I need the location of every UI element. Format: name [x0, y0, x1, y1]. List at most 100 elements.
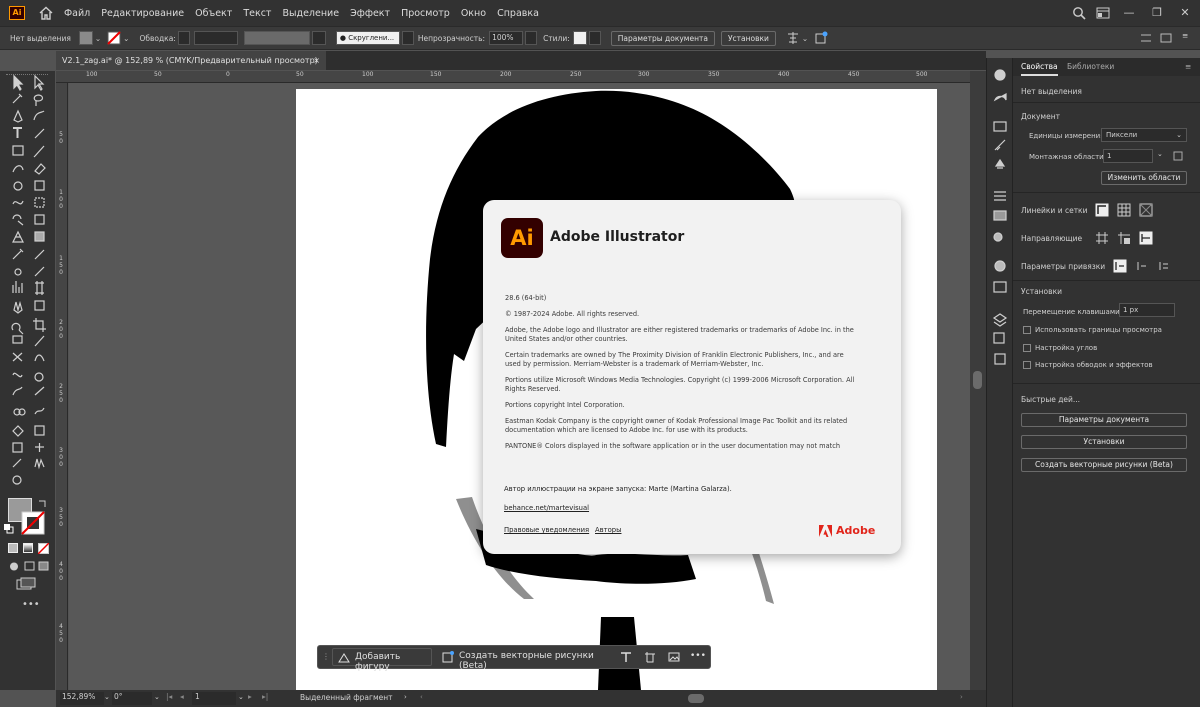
create-vector-button[interactable]: Создать векторные рисунки (Beta) [438, 648, 610, 671]
scale-strokes-checkbox[interactable] [1023, 361, 1031, 369]
rotation-chevron-icon[interactable]: ⌄ [154, 693, 160, 701]
variable-width-profile[interactable] [243, 31, 310, 45]
close-window-button[interactable]: ✕ [1176, 4, 1194, 21]
vertical-scrollbar-thumb[interactable] [973, 371, 982, 389]
authors-link[interactable]: Авторы [595, 526, 621, 534]
status-menu-icon[interactable]: › [404, 693, 407, 701]
maximize-button[interactable]: ❐ [1148, 4, 1166, 21]
graphic-style-swatch[interactable] [572, 31, 587, 45]
stroke-weight-input[interactable] [193, 31, 238, 45]
menu-help[interactable]: Справка [497, 8, 539, 19]
rotation-field[interactable]: 0° [112, 692, 152, 705]
last-artboard-icon[interactable]: ▸| [262, 692, 268, 701]
illustrator-app-icon[interactable]: Ai [9, 6, 25, 20]
opacity-input[interactable]: 100% [489, 31, 524, 45]
tab-libraries[interactable]: Библиотеки [1067, 58, 1114, 76]
zoom-field[interactable]: 152,89% [60, 692, 104, 705]
snap-to-pixel-icon[interactable] [1157, 259, 1171, 273]
transparency-grid-icon[interactable] [1139, 203, 1153, 217]
draw-normal-icon[interactable] [8, 561, 20, 572]
close-tab-icon[interactable]: × [313, 51, 320, 70]
qa-document-setup-button[interactable]: Параметры документа [1021, 413, 1187, 427]
align-icon[interactable] [786, 31, 800, 45]
menu-window[interactable]: Окно [461, 8, 486, 19]
more-options-icon[interactable]: ••• [690, 651, 706, 661]
arrange-documents-icon[interactable] [1096, 7, 1110, 19]
minimize-button[interactable]: — [1120, 4, 1138, 21]
menu-view[interactable]: Просмотр [401, 8, 450, 19]
show-rulers-icon[interactable] [1095, 203, 1109, 217]
show-grid-icon[interactable] [1117, 203, 1131, 217]
fill-dropdown-chevron-icon[interactable]: ⌄ [95, 34, 101, 43]
scroll-right-icon[interactable]: › [960, 693, 963, 701]
gradient-mode-button[interactable] [23, 543, 33, 553]
search-icon[interactable] [1072, 6, 1086, 20]
qa-preferences-button[interactable]: Установки [1021, 435, 1187, 449]
behance-link[interactable]: behance.net/martevisual [504, 504, 589, 512]
first-artboard-icon[interactable]: |◂ [166, 692, 172, 701]
menu-object[interactable]: Объект [195, 8, 232, 19]
artboards-input[interactable]: 1 [1103, 149, 1153, 163]
recolor-artwork-icon[interactable] [814, 31, 828, 45]
smart-guides-icon[interactable] [1139, 231, 1153, 245]
change-screen-mode-icon[interactable] [16, 577, 38, 591]
swap-fill-stroke-icon[interactable] [38, 498, 48, 508]
horizontal-scrollbar-thumb[interactable] [688, 694, 704, 703]
brush-dropdown-chevron[interactable] [401, 31, 414, 45]
none-mode-button[interactable] [38, 543, 49, 554]
snap-to-grid-icon[interactable] [1135, 259, 1149, 273]
scale-corners-checkbox[interactable] [1023, 344, 1031, 352]
panel-toggle-icon[interactable] [1160, 32, 1172, 44]
styles-dropdown[interactable] [588, 31, 601, 45]
zoom-chevron-icon[interactable]: ⌄ [104, 693, 110, 701]
panel-menu-icon[interactable]: ≡ [1185, 58, 1191, 76]
snap-to-point-icon[interactable] [1113, 259, 1127, 273]
edit-toolbar-more-icon[interactable]: ••• [22, 599, 40, 610]
tab-properties[interactable]: Свойства [1021, 58, 1058, 76]
brush-definition-dropdown[interactable]: ● Скруглени... [335, 31, 400, 45]
draw-behind-icon[interactable] [24, 561, 36, 572]
units-select[interactable]: Пиксели ⌄ [1101, 128, 1187, 142]
show-guides-icon[interactable] [1095, 231, 1109, 245]
menu-type[interactable]: Текст [243, 8, 271, 19]
edit-artboards-button[interactable]: Изменить области [1101, 171, 1187, 185]
artboard-edit-icon[interactable] [1173, 150, 1185, 162]
stroke-dropdown-chevron-icon[interactable]: ⌄ [123, 34, 129, 43]
menu-effect[interactable]: Эффект [350, 8, 390, 19]
keyboard-increment-input[interactable]: 1 px [1119, 303, 1175, 317]
next-artboard-icon[interactable]: ▸ [248, 692, 252, 701]
opacity-dropdown[interactable] [525, 31, 538, 45]
image-icon[interactable] [668, 651, 680, 663]
artboard-number-field[interactable]: 1 [192, 692, 236, 705]
use-preview-bounds-checkbox[interactable] [1023, 326, 1031, 334]
color-mode-button[interactable] [8, 543, 18, 553]
default-fill-stroke-icon[interactable] [4, 524, 14, 534]
draw-inside-icon[interactable] [38, 561, 50, 572]
previous-artboard-icon[interactable]: ◂ [180, 692, 184, 701]
stroke-color-box[interactable] [21, 511, 45, 535]
menu-select[interactable]: Выделение [282, 8, 339, 19]
scroll-left-icon[interactable]: ‹ [420, 693, 423, 701]
home-icon[interactable] [38, 5, 54, 21]
artboards-chevron-icon[interactable]: ⌄ [1157, 150, 1163, 158]
lock-guides-icon[interactable] [1117, 231, 1131, 245]
artboard-chevron-icon[interactable]: ⌄ [238, 693, 244, 701]
qa-create-vector-button[interactable]: Создать векторные рисунки (Beta) [1021, 458, 1187, 472]
align-chevron-icon[interactable]: ⌄ [802, 34, 808, 43]
stroke-weight-stepper[interactable] [177, 31, 190, 45]
menu-file[interactable]: Файл [64, 8, 90, 19]
legal-notices-link[interactable]: Правовые уведомления [504, 526, 589, 534]
fill-swatch[interactable] [78, 31, 93, 45]
type-icon[interactable] [620, 651, 632, 663]
document-setup-button[interactable]: Параметры документа [610, 30, 715, 46]
add-shape-button[interactable]: Добавить фигуру [332, 648, 432, 672]
stroke-swatch-none-icon[interactable] [107, 31, 121, 45]
menu-edit[interactable]: Редактирование [101, 8, 184, 19]
profile-dropdown[interactable] [311, 31, 326, 45]
preferences-button[interactable]: Установки [720, 30, 776, 46]
artboard-icon[interactable] [644, 651, 656, 663]
distribute-icon[interactable] [1140, 32, 1152, 44]
control-menu-icon[interactable]: ≡ [1182, 31, 1188, 40]
about-legal-text[interactable]: 28.6 (64-bit) © 1987-2024 Adobe. All rig… [505, 294, 861, 460]
document-tab[interactable]: V2.1_zag.ai* @ 152,89 % (CMYK/Предварите… [56, 51, 326, 70]
